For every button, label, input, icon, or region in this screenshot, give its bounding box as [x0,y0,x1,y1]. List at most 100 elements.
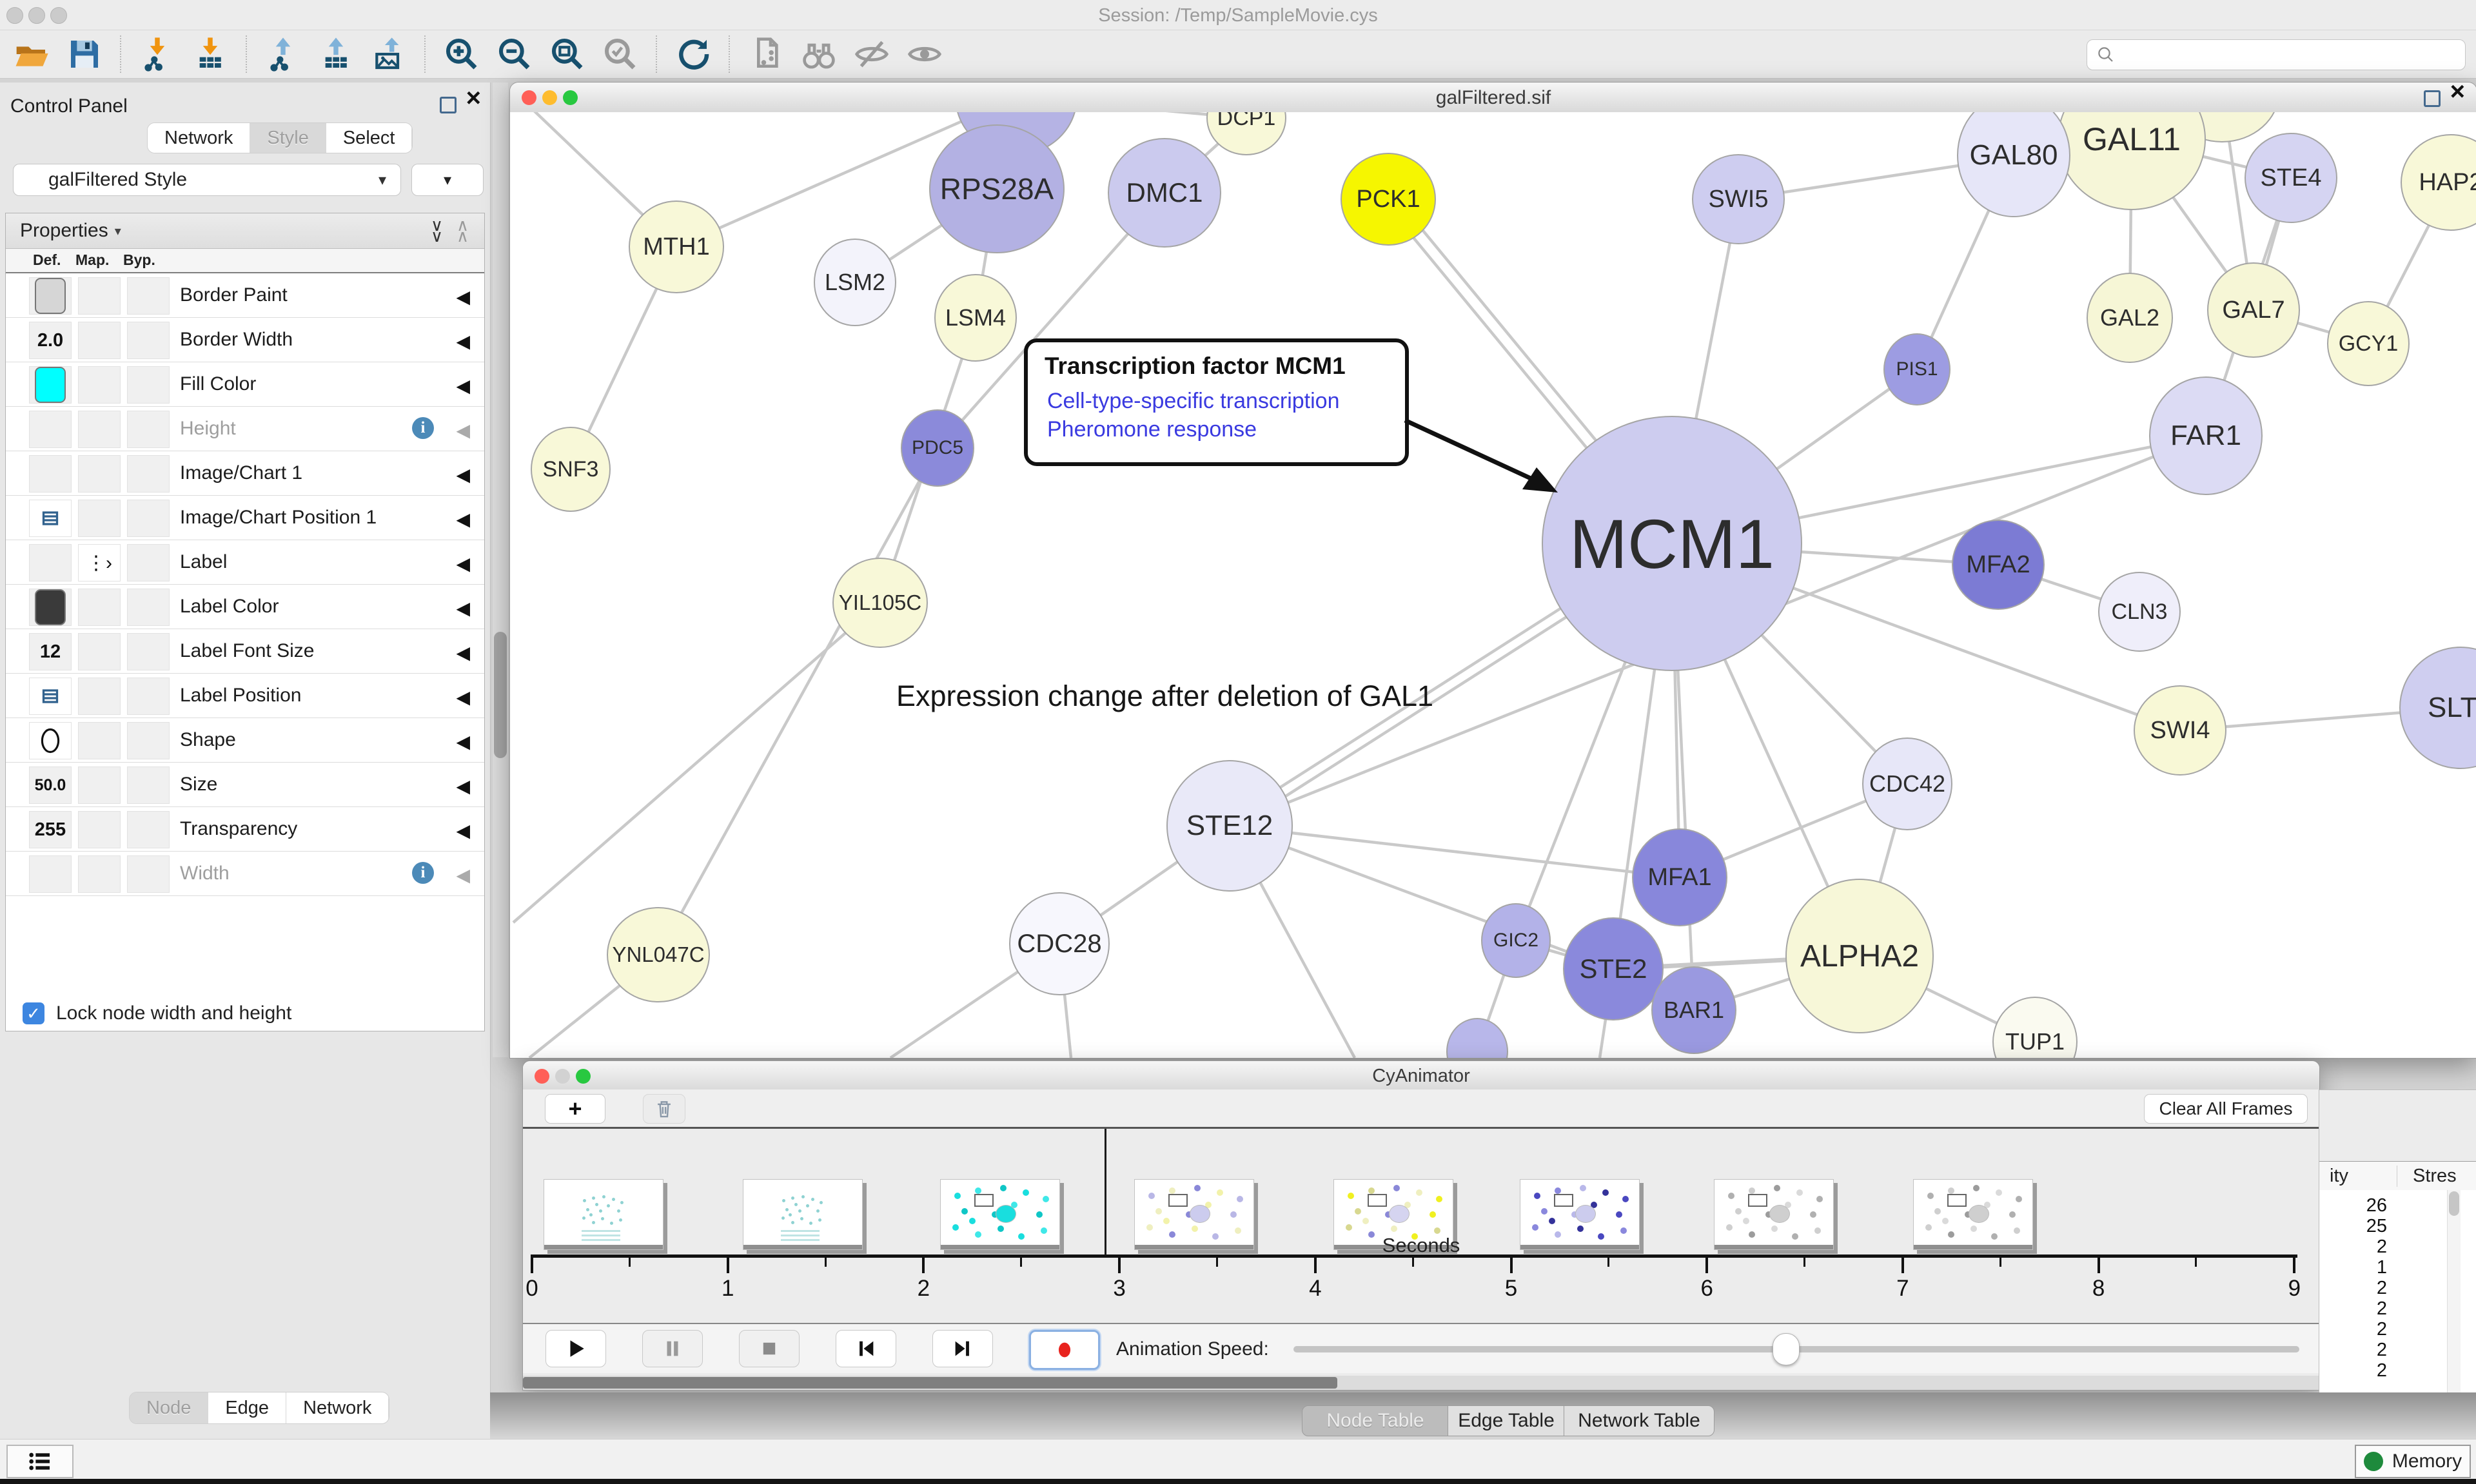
export-image-icon[interactable] [369,34,409,74]
property-row-border-paint[interactable]: Border Paint◀ [6,273,484,318]
expand-caret-icon[interactable]: ◀ [456,820,470,841]
table-row[interactable]: 2 [2319,1236,2387,1258]
tab-node-table[interactable]: Node Table [1302,1405,1449,1436]
expand-caret-icon[interactable]: ◀ [456,864,470,886]
property-map-cell[interactable] [78,322,121,359]
cyanimator-titlebar[interactable]: CyAnimator [523,1061,2319,1091]
export-table-icon[interactable] [316,34,356,74]
binoculars-icon[interactable] [799,34,839,74]
show-panels-button[interactable] [6,1445,74,1478]
import-table-icon[interactable] [190,34,230,74]
property-map-cell[interactable] [78,411,121,448]
expand-caret-icon[interactable]: ◀ [456,464,470,485]
property-row-size[interactable]: 50.0Size◀ [6,763,484,807]
property-byp-cell[interactable] [127,589,170,626]
table-row[interactable]: 2 [2319,1278,2387,1299]
collapse-all-icon[interactable]: ∧∧ [457,220,467,242]
skip-end-button[interactable] [932,1330,993,1367]
float-window-icon[interactable] [2424,90,2441,107]
tab-edge-table[interactable]: Edge Table [1448,1405,1565,1436]
show-details-icon[interactable] [905,34,945,74]
property-def-cell[interactable] [29,855,72,893]
property-row-image-chart-position-1[interactable]: Image/Chart Position 1◀ [6,496,484,540]
expand-caret-icon[interactable]: ◀ [456,598,470,619]
tab-network-table[interactable]: Network Table [1564,1405,1715,1436]
property-byp-cell[interactable] [127,678,170,715]
property-byp-cell[interactable] [127,855,170,893]
expand-all-icon[interactable]: ∨∨ [431,220,442,242]
property-map-cell[interactable] [78,500,121,537]
property-map-cell[interactable]: ⋮› [78,544,121,581]
pause-button[interactable] [642,1330,703,1367]
tab-node[interactable]: Node [130,1392,208,1423]
property-row-image-chart-1[interactable]: Image/Chart 1◀ [6,451,484,496]
table-row[interactable]: 2 [2319,1319,2387,1340]
table-row[interactable]: 2 [2319,1340,2387,1361]
expand-caret-icon[interactable]: ◀ [456,731,470,752]
property-def-cell[interactable] [29,589,72,626]
speed-slider-thumb[interactable] [1773,1333,1800,1365]
property-map-cell[interactable] [78,855,121,893]
tab-edge[interactable]: Edge [208,1392,286,1423]
property-map-cell[interactable] [78,722,121,759]
tab-network[interactable]: Network [148,123,250,153]
scrollbar-thumb[interactable] [2449,1191,2459,1216]
tab-network[interactable]: Network [286,1392,389,1423]
property-byp-cell[interactable] [127,277,170,315]
canvas-note[interactable]: Expression change after deletion of GAL1 [896,679,1541,713]
property-byp-cell[interactable] [127,722,170,759]
expand-caret-icon[interactable]: ◀ [456,642,470,663]
property-byp-cell[interactable] [127,366,170,404]
property-map-cell[interactable] [78,455,121,493]
property-map-cell[interactable] [78,633,121,670]
property-def-cell[interactable]: 50.0 [29,766,72,804]
property-row-label-color[interactable]: Label Color◀ [6,585,484,629]
network-titlebar[interactable]: galFiltered.sif × [510,83,2476,113]
hide-details-icon[interactable] [852,34,892,74]
close-panel-icon[interactable]: × [466,92,481,104]
property-def-cell[interactable] [29,500,72,537]
timeline-scrollbar[interactable] [523,1376,2319,1390]
property-map-cell[interactable] [78,366,121,404]
info-icon[interactable]: i [412,417,434,439]
property-map-cell[interactable] [78,678,121,715]
panel-scrollbar[interactable] [493,83,508,1057]
save-icon[interactable] [64,34,104,74]
style-select[interactable]: galFiltered Style ▾ [13,164,401,196]
table-row[interactable]: 26 [2319,1195,2387,1216]
property-def-cell[interactable] [29,411,72,448]
import-network-icon[interactable] [137,34,177,74]
memory-button[interactable]: Memory [2355,1445,2471,1478]
clear-all-frames-button[interactable]: Clear All Frames [2144,1094,2308,1124]
property-def-cell[interactable] [29,722,72,759]
property-row-shape[interactable]: Shape◀ [6,718,484,763]
property-map-cell[interactable] [78,811,121,848]
tab-style[interactable]: Style [250,123,326,153]
property-row-width[interactable]: Widthi◀ [6,852,484,896]
style-options-button[interactable]: ▾ [411,164,484,196]
property-byp-cell[interactable] [127,811,170,848]
zoom-fit-icon[interactable] [547,34,587,74]
property-byp-cell[interactable] [127,411,170,448]
property-def-cell[interactable] [29,366,72,404]
property-def-cell[interactable]: 12 [29,633,72,670]
property-byp-cell[interactable] [127,544,170,581]
expand-caret-icon[interactable]: ◀ [456,375,470,396]
property-byp-cell[interactable] [127,500,170,537]
property-map-cell[interactable] [78,589,121,626]
stop-button[interactable] [739,1330,800,1367]
play-button[interactable] [545,1330,606,1367]
zoom-out-icon[interactable] [495,34,535,74]
expand-caret-icon[interactable]: ◀ [456,331,470,352]
table-row[interactable]: 2 [2319,1298,2387,1320]
column-header-stress[interactable]: Stres [2397,1166,2457,1187]
tab-select[interactable]: Select [326,123,413,153]
record-button[interactable] [1029,1330,1100,1370]
property-map-cell[interactable] [78,277,121,315]
add-frame-button[interactable]: + [545,1094,605,1124]
search-input[interactable] [2087,39,2466,70]
expand-caret-icon[interactable]: ◀ [456,420,470,441]
scrollbar-thumb[interactable] [523,1377,1337,1389]
table-scrollbar[interactable] [2447,1190,2461,1393]
property-row-label-position[interactable]: Label Position◀ [6,674,484,718]
